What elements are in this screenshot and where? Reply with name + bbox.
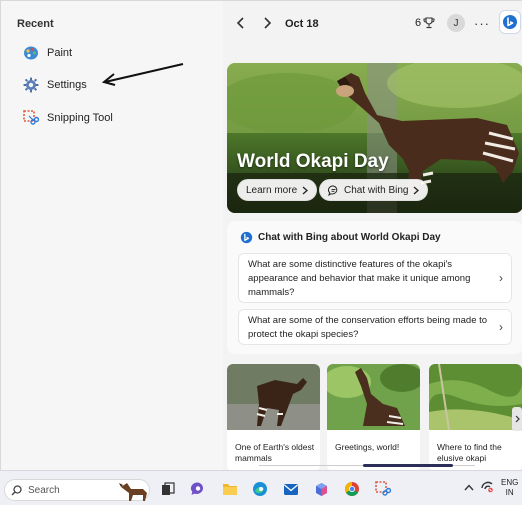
system-tray <box>464 479 494 496</box>
story-card[interactable]: One of Earth's oldest mammals <box>227 364 320 471</box>
chat-with-bing-label: Chat with Bing <box>344 184 409 196</box>
taskbar: Search ENG IN <box>0 470 522 505</box>
story-caption: Greetings, world! <box>335 442 400 452</box>
avatar[interactable]: J <box>447 14 465 32</box>
paint-icon <box>23 45 39 61</box>
learn-more-label: Learn more <box>246 184 298 196</box>
annotation-arrow <box>101 63 184 86</box>
chevron-right-icon <box>515 415 520 423</box>
search-placeholder: Search <box>28 484 60 496</box>
date-label: Oct 18 <box>285 18 319 30</box>
hero-card[interactable]: World Okapi Day Learn more Chat with Bin… <box>227 63 522 213</box>
question-text: What are some of the conservation effort… <box>248 315 488 340</box>
okapi-thumbnail-image <box>327 364 420 430</box>
next-day-button[interactable] <box>257 13 277 33</box>
chat-card-title: Chat with Bing about World Okapi Day <box>258 232 441 243</box>
suggested-question[interactable]: What are some of the conservation effort… <box>238 309 512 345</box>
suggested-question[interactable]: What are some distinctive features of th… <box>238 253 512 303</box>
story-card[interactable]: Where to find the elusive okapi <box>429 364 522 471</box>
bing-icon <box>503 15 517 29</box>
carousel-scroll-indicator[interactable] <box>259 464 475 467</box>
mail-icon[interactable] <box>281 479 301 499</box>
chevron-up-icon[interactable] <box>464 482 474 494</box>
widgets-window: Recent Paint Settings Snipping Tool Oct … <box>0 0 522 471</box>
bing-icon <box>240 231 253 244</box>
rewards-indicator[interactable]: 6 <box>415 17 435 29</box>
scroll-thumb[interactable] <box>363 464 453 467</box>
okapi-search-highlight-icon <box>119 483 147 501</box>
story-card[interactable]: Greetings, world! <box>327 364 420 471</box>
chevron-left-icon <box>236 17 244 29</box>
store-icon[interactable] <box>311 479 331 499</box>
task-view-icon[interactable] <box>158 479 178 499</box>
bing-chat-button[interactable] <box>499 10 521 34</box>
edge-icon[interactable] <box>250 479 270 499</box>
chevron-right-icon: › <box>499 271 503 285</box>
recent-panel: Recent Paint Settings Snipping Tool <box>1 1 223 471</box>
chat-icon[interactable] <box>188 479 208 499</box>
language-indicator[interactable]: ENG IN <box>501 478 518 498</box>
story-caption: Where to find the elusive okapi <box>437 442 502 463</box>
reward-count: 6 <box>415 17 422 29</box>
chrome-icon[interactable] <box>342 479 362 499</box>
okapi-thumbnail-image <box>429 364 522 430</box>
question-text: What are some distinctive features of th… <box>248 259 471 298</box>
hero-title: World Okapi Day <box>237 151 389 172</box>
recent-item-snipping-tool[interactable]: Snipping Tool <box>23 108 113 128</box>
chat-card-header: Chat with Bing about World Okapi Day <box>240 231 441 244</box>
previous-day-button[interactable] <box>231 13 251 33</box>
chevron-right-icon <box>302 186 309 194</box>
more-options-button[interactable]: ··· <box>473 14 491 32</box>
story-caption: One of Earth's oldest mammals <box>235 442 315 463</box>
language-code: ENG <box>501 478 519 487</box>
gear-icon <box>23 77 39 93</box>
chevron-right-icon <box>414 186 420 194</box>
file-explorer-icon[interactable] <box>220 479 240 499</box>
chevron-right-icon: › <box>499 320 503 334</box>
recent-title: Recent <box>17 18 54 30</box>
bing-chat-card: Chat with Bing about World Okapi Day Wha… <box>227 221 522 354</box>
feed-panel: Oct 18 6 J ··· World Okapi Day Learn mor… <box>223 1 522 471</box>
recent-item-label: Snipping Tool <box>47 112 113 124</box>
chat-bubble-icon <box>328 184 338 196</box>
network-icon[interactable] <box>480 479 494 496</box>
learn-more-button[interactable]: Learn more <box>237 179 318 201</box>
recent-item-label: Paint <box>47 47 73 59</box>
recent-item-paint[interactable]: Paint <box>23 43 72 63</box>
chevron-right-icon <box>264 17 272 29</box>
snipping-tool-icon <box>23 110 40 126</box>
taskbar-search[interactable]: Search <box>4 479 150 501</box>
search-icon <box>11 484 22 495</box>
okapi-thumbnail-image <box>227 364 320 430</box>
chat-with-bing-button[interactable]: Chat with Bing <box>319 179 429 201</box>
recent-item-settings[interactable]: Settings <box>23 75 87 95</box>
recent-item-label: Settings <box>47 79 87 91</box>
trophy-icon <box>423 17 435 29</box>
feed-topbar: Oct 18 6 J ··· <box>223 9 522 37</box>
snipping-tool-icon[interactable] <box>373 479 393 499</box>
region-code: IN <box>505 488 514 497</box>
carousel-next-button[interactable] <box>512 407 522 431</box>
